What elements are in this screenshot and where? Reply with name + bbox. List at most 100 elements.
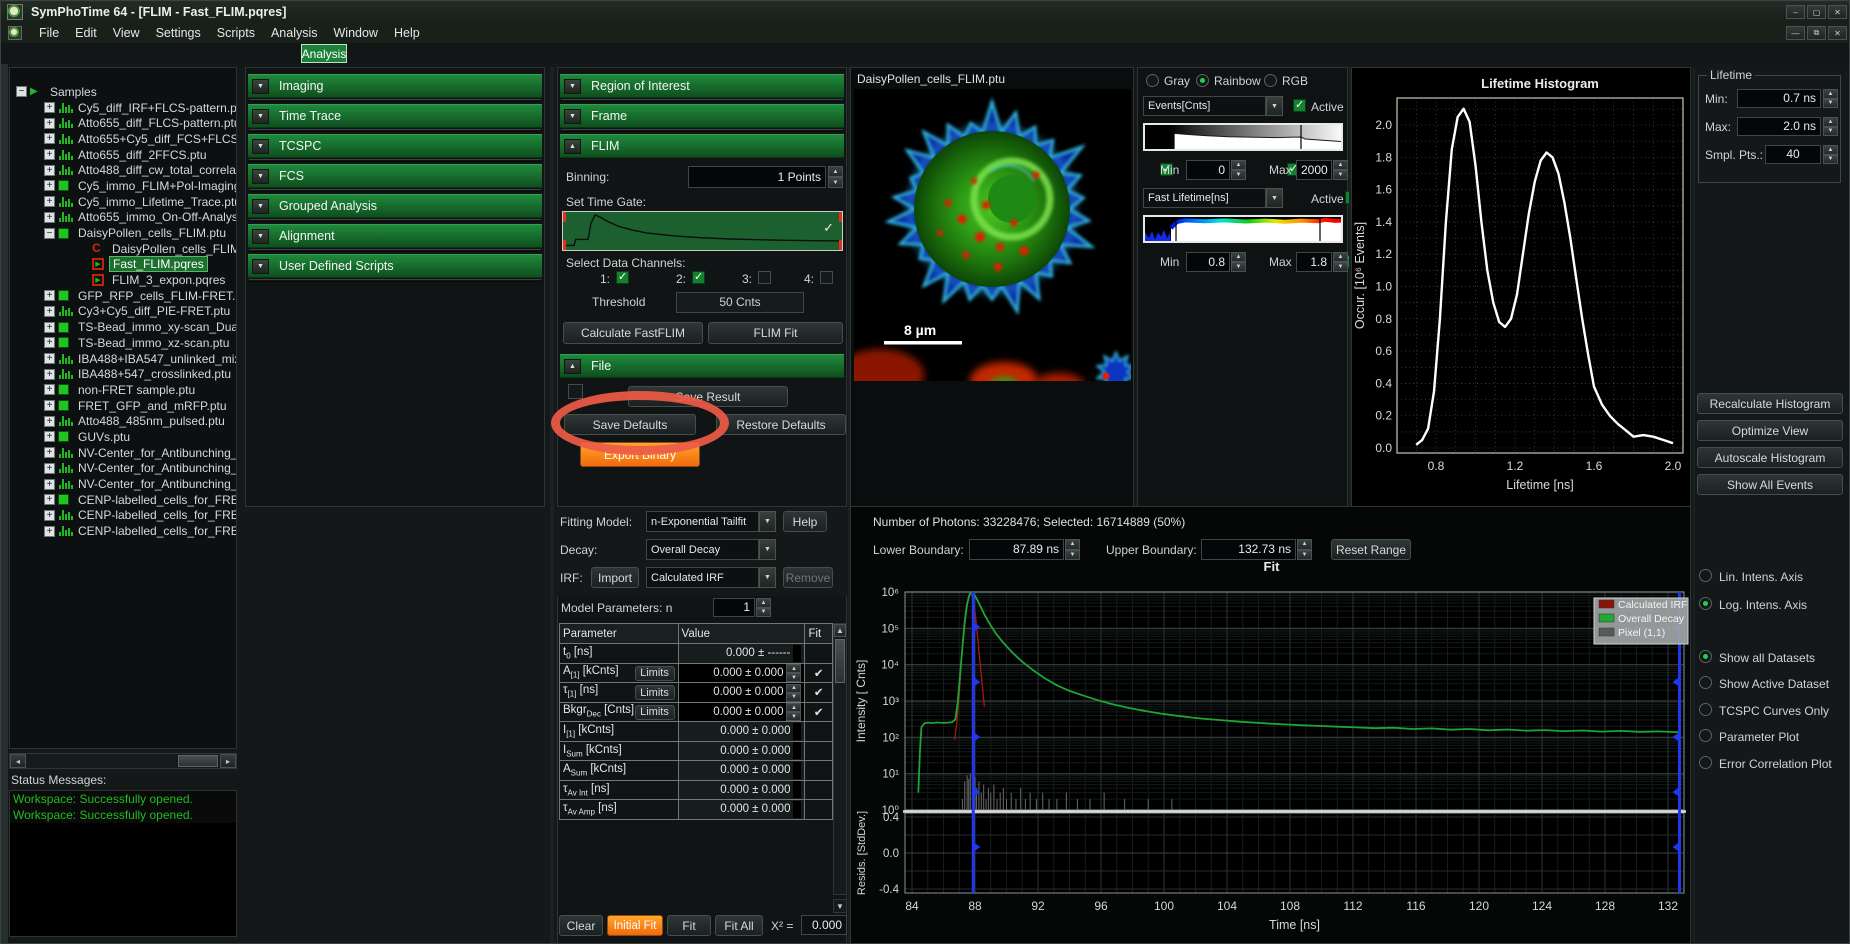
calculate-fastflim-button[interactable]: Calculate FastFLIM xyxy=(563,322,703,344)
fit-check[interactable] xyxy=(805,644,833,664)
fit-check[interactable]: ✔ xyxy=(805,702,833,722)
lifetime-smpl-spinner[interactable]: ▲▼ xyxy=(1823,145,1838,164)
param-value[interactable]: 0.000 ± 0.000▲▼ xyxy=(678,683,805,703)
fitting-model-dropdown[interactable]: n-Exponential Tailfit▼ xyxy=(646,511,776,532)
expand-icon[interactable]: + xyxy=(44,479,55,490)
tree-item-label[interactable]: Atto655_diff_FLCS-pattern.ptu xyxy=(75,116,237,130)
expand-icon[interactable]: + xyxy=(44,526,55,537)
tree-item[interactable]: ▶FLIM_3_expon.pqres xyxy=(12,272,236,288)
child-window-control-0[interactable]: — xyxy=(1786,26,1805,40)
splitter[interactable] xyxy=(1693,67,1695,944)
autoscale-histogram-button[interactable]: Autoscale Histogram xyxy=(1697,447,1843,468)
menu-analysis[interactable]: Analysis xyxy=(263,23,326,43)
threshold-checkbox[interactable] xyxy=(568,384,583,399)
tree-item-label[interactable]: Cy5_immo_FLIM+Pol-Imaging.ptu xyxy=(75,179,237,193)
optimize-view-button[interactable]: Optimize View xyxy=(1697,420,1843,441)
recalculate-histogram-button[interactable]: Recalculate Histogram xyxy=(1697,393,1843,414)
expand-icon[interactable]: + xyxy=(44,180,55,191)
menu-edit[interactable]: Edit xyxy=(67,23,105,43)
tree-item[interactable]: +non-FRET sample.ptu xyxy=(12,382,236,398)
tree-item[interactable]: +Atto655_diff_2FFCS.ptu xyxy=(12,147,236,163)
events-max-spinner[interactable]: ▲▼ xyxy=(1333,160,1348,180)
scroll-up-icon[interactable]: ▲ xyxy=(834,624,846,637)
expand-icon[interactable]: + xyxy=(44,133,55,144)
fast-max-field[interactable]: 1.8 xyxy=(1296,252,1332,272)
tree-item-label[interactable]: TS-Bead_immo_xz-scan.ptu xyxy=(75,336,232,350)
events-max-field[interactable]: 2000 xyxy=(1296,160,1332,180)
param-value[interactable]: 0.000 ± 0.000▲▼ xyxy=(678,702,805,722)
tree-item-label[interactable]: NV-Center_for_Antibunching_2.p xyxy=(75,461,237,475)
threshold-field[interactable]: 50 Cnts xyxy=(676,292,804,313)
collapse-icon[interactable]: ▼ xyxy=(252,259,269,274)
section-frame[interactable]: ▼Frame xyxy=(560,104,844,128)
tree-item[interactable]: −▶Samples xyxy=(12,84,236,100)
menu-settings[interactable]: Settings xyxy=(148,23,209,43)
scrollbar-thumb[interactable] xyxy=(178,755,218,767)
splitter[interactable] xyxy=(550,67,554,944)
analysis-section-user-defined-scripts[interactable]: ▼User Defined Scripts xyxy=(248,254,542,278)
param-value[interactable]: 0.000 ± 0.000▲▼ xyxy=(678,663,805,683)
collapse-icon[interactable]: ▼ xyxy=(252,229,269,244)
channel-checkbox-2[interactable] xyxy=(692,271,705,284)
tree-item-label[interactable]: NV-Center_for_Antibunching_se xyxy=(75,477,237,491)
fit-option-radio[interactable] xyxy=(1699,676,1712,689)
tree-item[interactable]: +Atto488_diff_cw_total_correlatio xyxy=(12,162,236,178)
tree-item-label[interactable]: DaisyPollen_cells_FLIM.pco xyxy=(109,242,237,256)
analysis-section-time-trace[interactable]: ▼Time Trace xyxy=(248,104,542,128)
tree-item[interactable]: +Atto655+Cy5_diff_FCS+FLCS.ptu xyxy=(12,131,236,147)
flim-fit-button[interactable]: FLIM Fit xyxy=(708,322,843,344)
tree-item-label[interactable]: NV-Center_for_Antibunching_1.p xyxy=(75,446,237,460)
fit-check[interactable] xyxy=(805,761,833,781)
lower-boundary-spinner[interactable]: ▲▼ xyxy=(1065,539,1080,560)
color-mode-radio-rgb[interactable] xyxy=(1264,74,1277,87)
collapse-icon[interactable]: ▼ xyxy=(252,79,269,94)
lifetime-smpl-field[interactable]: 40 xyxy=(1765,145,1821,164)
upper-boundary-spinner[interactable]: ▲▼ xyxy=(1297,539,1312,560)
collapse-icon[interactable]: ▼ xyxy=(564,109,581,124)
tree-item-label[interactable]: CENP-labelled_cells_for_FRET_IR xyxy=(75,524,237,538)
tree-item[interactable]: +IBA488+IBA547_unlinked_mix.pt xyxy=(12,351,236,367)
events-min-field[interactable]: 0 xyxy=(1186,160,1230,180)
lifetime-min-spinner[interactable]: ▲▼ xyxy=(1823,89,1838,108)
collapse-icon[interactable]: − xyxy=(16,86,27,97)
analysis-section-fcs[interactable]: ▼FCS xyxy=(248,164,542,188)
limits-button[interactable]: Limits xyxy=(635,705,675,720)
binning-field[interactable]: 1 Points xyxy=(688,166,826,188)
clear-button[interactable]: Clear xyxy=(559,915,603,936)
value-spinner[interactable]: ▲▼ xyxy=(786,684,801,701)
fit-check[interactable] xyxy=(805,722,833,742)
menu-view[interactable]: View xyxy=(105,23,148,43)
events-histogram-strip[interactable] xyxy=(1143,123,1343,151)
fit-option-radio[interactable] xyxy=(1699,756,1712,769)
splitter[interactable] xyxy=(1349,67,1351,507)
fit-option-radio[interactable] xyxy=(1699,597,1712,610)
collapse-icon[interactable]: ▼ xyxy=(252,199,269,214)
tree-item-label[interactable]: FLIM_3_expon.pqres xyxy=(109,273,228,287)
tree-item[interactable]: ▶Fast_FLIM.pqres xyxy=(12,257,236,273)
lifetime-histogram-chart[interactable]: Lifetime Histogram0.00.20.40.60.81.01.21… xyxy=(1352,68,1690,506)
decay-dropdown[interactable]: Overall Decay▼ xyxy=(646,539,776,560)
analysis-section-tcspc[interactable]: ▼TCSPC xyxy=(248,134,542,158)
window-control-2[interactable]: ✕ xyxy=(1828,5,1847,19)
time-gate-plot[interactable]: ✓ xyxy=(562,211,843,251)
expand-icon[interactable]: + xyxy=(44,290,55,301)
section-region-of-interest[interactable]: ▼Region of Interest xyxy=(560,74,844,98)
menu-file[interactable]: File xyxy=(31,23,67,43)
tree-item-label[interactable]: Atto488_485nm_pulsed.ptu xyxy=(75,414,228,428)
irf-import-button[interactable]: Import xyxy=(591,567,639,588)
irf-remove-button[interactable]: Remove xyxy=(783,567,833,588)
fit-check[interactable] xyxy=(805,780,833,800)
expand-icon[interactable]: + xyxy=(44,196,55,207)
expand-icon[interactable]: + xyxy=(44,400,55,411)
expand-icon[interactable]: + xyxy=(44,494,55,505)
expand-icon[interactable]: + xyxy=(44,322,55,333)
tree-item-label[interactable]: Cy3+Cy5_diff_PIE-FRET.ptu xyxy=(75,304,233,318)
tree-item-label[interactable]: Atto655_immo_On-Off-Analysis.p xyxy=(75,210,237,224)
tree-item[interactable]: +GUVs.ptu xyxy=(12,429,236,445)
collapse-icon[interactable]: ▼ xyxy=(252,169,269,184)
tree-item-label[interactable]: DaisyPollen_cells_FLIM.ptu xyxy=(75,226,229,240)
menu-scripts[interactable]: Scripts xyxy=(209,23,263,43)
fit-option-radio[interactable] xyxy=(1699,569,1712,582)
tree-item-label[interactable]: CENP-labelled_cells_for_FRET.pt xyxy=(75,493,237,507)
analysis-section-grouped-analysis[interactable]: ▼Grouped Analysis xyxy=(248,194,542,218)
